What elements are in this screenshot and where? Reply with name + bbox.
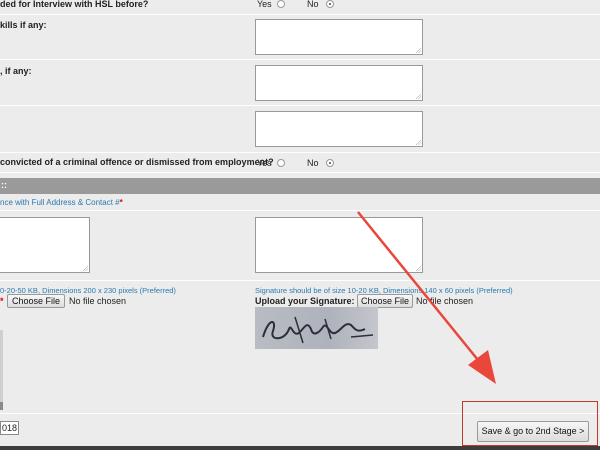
annotation-arrow — [357, 211, 496, 384]
arrow-head — [468, 350, 496, 384]
bottom-edge-bar — [0, 446, 600, 450]
arrow-shaft — [357, 211, 479, 361]
